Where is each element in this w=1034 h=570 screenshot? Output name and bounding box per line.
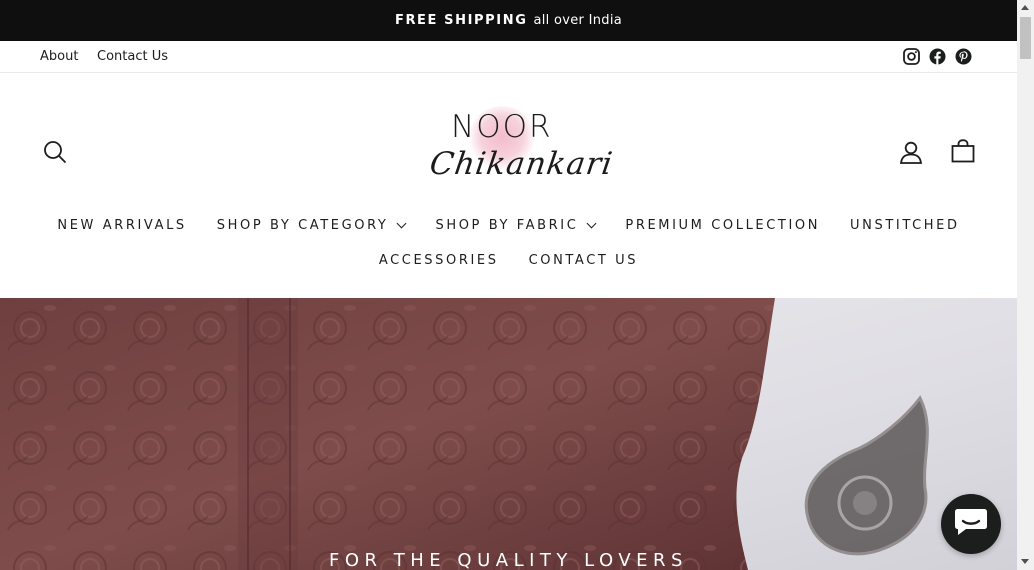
- logo-wordmark-chikankari: Chikankari: [427, 146, 616, 182]
- bag-icon[interactable]: [951, 139, 975, 167]
- chat-icon: [954, 507, 988, 541]
- chevron-down-icon: [397, 218, 407, 228]
- chat-button[interactable]: [941, 494, 1001, 554]
- page-scrollbar[interactable]: [1017, 0, 1034, 570]
- user-icon[interactable]: [899, 140, 923, 168]
- nav-shop-by-category[interactable]: SHOP BY CATEGORY: [216, 218, 407, 233]
- instagram-icon[interactable]: [903, 48, 920, 65]
- scroll-thumb[interactable]: [1020, 17, 1031, 59]
- contact-us-link[interactable]: Contact Us: [97, 49, 168, 64]
- pinterest-icon[interactable]: [955, 48, 972, 65]
- chevron-down-icon: [586, 218, 597, 228]
- nav-label: SHOP BY FABRIC: [435, 218, 579, 233]
- hero-banner: FOR THE QUALITY LOVERS: [0, 298, 1017, 570]
- about-link[interactable]: About: [40, 49, 78, 64]
- nav-unstitched[interactable]: UNSTITCHED: [850, 218, 960, 233]
- scroll-up-icon[interactable]: [1021, 5, 1029, 10]
- nav-label: NEW ARRIVALS: [57, 218, 187, 233]
- nav-label: UNSTITCHED: [850, 218, 960, 233]
- announcement-text: all over India: [533, 13, 623, 28]
- utility-bar: About Contact Us: [0, 41, 1017, 73]
- logo-wordmark-noor: NOOR: [451, 109, 553, 145]
- nav-contact-us[interactable]: CONTACT US: [529, 253, 639, 268]
- nav-accessories[interactable]: ACCESSORIES: [379, 253, 499, 268]
- hero-image: [0, 298, 1017, 570]
- nav-label: CONTACT US: [528, 253, 639, 268]
- scroll-down-icon[interactable]: [1021, 559, 1029, 564]
- search-icon[interactable]: [43, 140, 67, 168]
- site-logo[interactable]: NOOR Chikankari: [425, 103, 615, 198]
- nav-label: ACCESSORIES: [378, 253, 499, 268]
- site-header: NOOR Chikankari NEW ARRIVALS SHOP BY CAT…: [0, 73, 1017, 298]
- main-nav-row-1: NEW ARRIVALS SHOP BY CATEGORY SHOP BY FA…: [0, 218, 1017, 233]
- nav-label: PREMIUM COLLECTION: [625, 218, 821, 233]
- announcement-strong: FREE SHIPPING: [394, 13, 528, 28]
- hero-caption: FOR THE QUALITY LOVERS: [329, 550, 688, 570]
- nav-premium-collection[interactable]: PREMIUM COLLECTION: [625, 218, 820, 233]
- nav-new-arrivals[interactable]: NEW ARRIVALS: [57, 218, 186, 233]
- nav-label: SHOP BY CATEGORY: [216, 218, 389, 233]
- nav-shop-by-fabric[interactable]: SHOP BY FABRIC: [435, 218, 597, 233]
- main-nav-row-2: ACCESSORIES CONTACT US: [0, 253, 1017, 268]
- facebook-icon[interactable]: [929, 48, 946, 65]
- announcement-bar: FREE SHIPPING all over India: [0, 0, 1017, 41]
